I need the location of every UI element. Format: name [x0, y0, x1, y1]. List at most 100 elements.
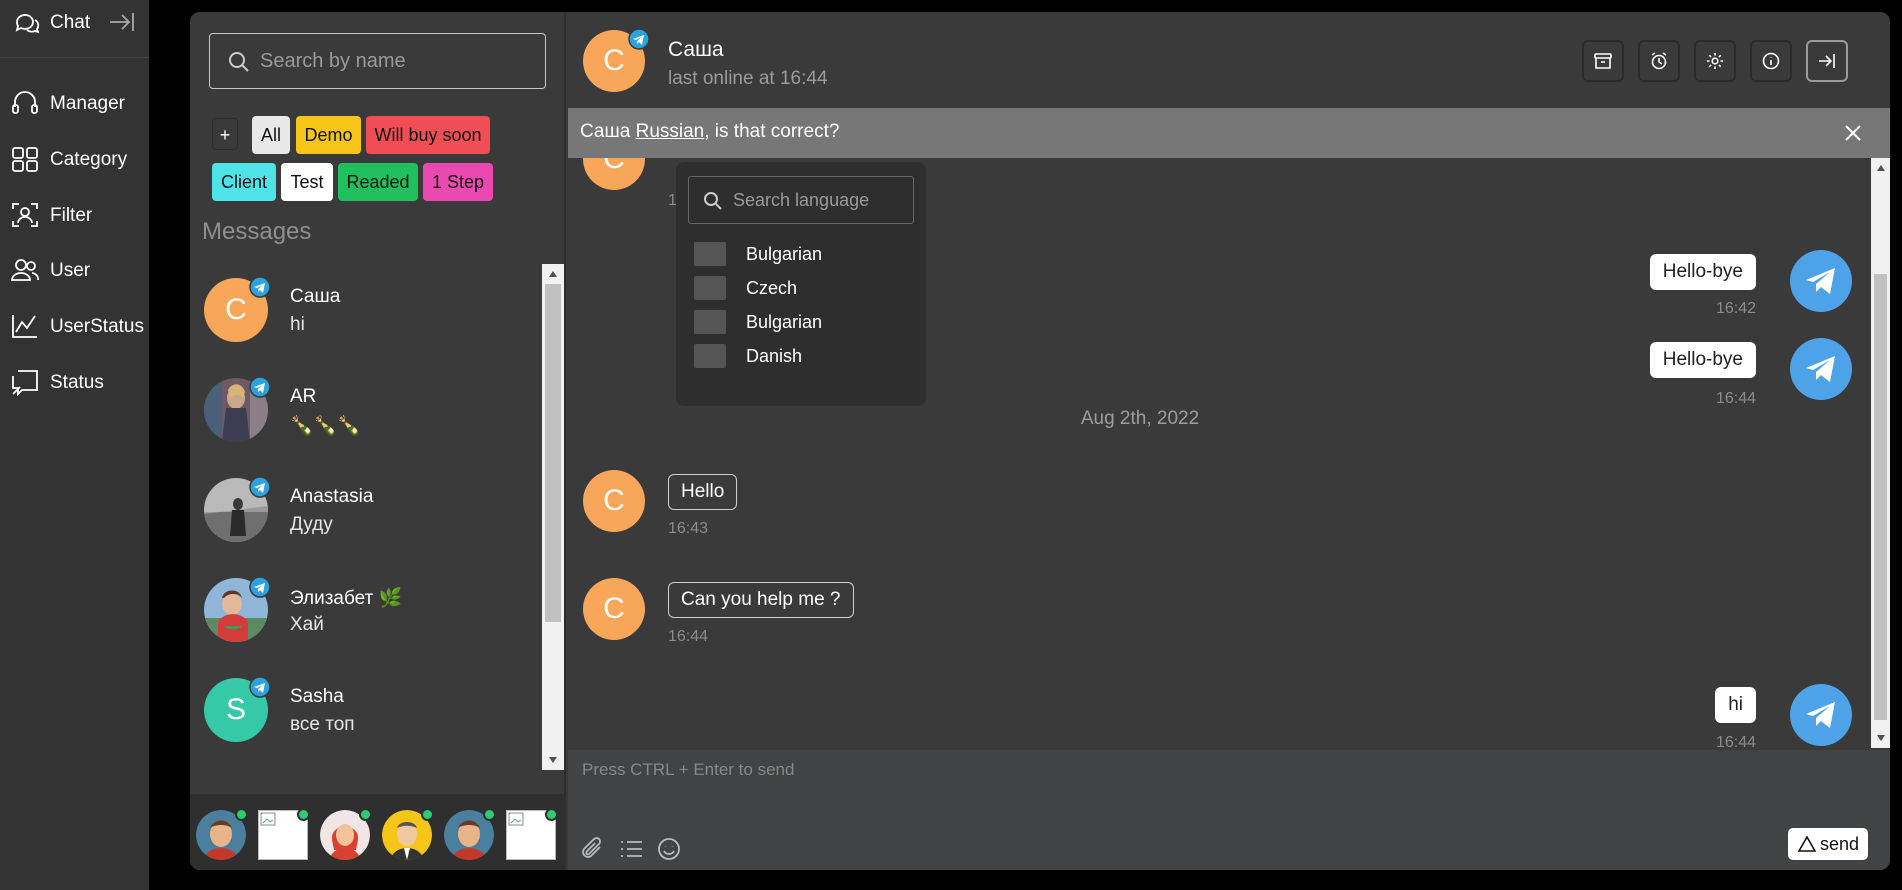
settings-button[interactable]: [1694, 40, 1736, 82]
outgoing-message[interactable]: hi: [1715, 687, 1756, 723]
outgoing-message[interactable]: Hello-bye: [1649, 254, 1756, 290]
headset-icon: [10, 89, 40, 117]
list-icon[interactable]: [618, 836, 644, 862]
scrollbar-thumb[interactable]: [545, 284, 561, 622]
nav-item-category[interactable]: Category: [0, 139, 149, 179]
incoming-avatar: С: [583, 470, 645, 532]
tag-demo[interactable]: Demo: [296, 116, 361, 154]
scroll-down-arrow-icon[interactable]: [1876, 734, 1886, 742]
messages-title: Messages: [202, 218, 312, 245]
nav-item-status[interactable]: Status: [0, 362, 149, 402]
message-time: 16:43: [668, 520, 709, 537]
telegram-badge-icon: [249, 676, 271, 698]
outgoing-telegram-avatar: [1790, 338, 1852, 400]
tag-readed[interactable]: Readed: [338, 163, 418, 201]
detected-language-link[interactable]: Russian: [636, 121, 705, 142]
conversation-last-message: hi: [290, 314, 305, 335]
tag-will-buy-soon[interactable]: Will buy soon: [366, 116, 490, 154]
outgoing-message[interactable]: Hello-bye: [1649, 342, 1756, 378]
emoji-icon[interactable]: [656, 836, 682, 862]
scroll-down-arrow-icon[interactable]: [548, 756, 558, 764]
language-detection-banner: Саша Russian, is that correct?: [568, 108, 1890, 158]
send-button[interactable]: send: [1788, 828, 1868, 860]
chat-square-icon: [10, 368, 40, 396]
chat-scrollbar[interactable]: [1871, 158, 1890, 748]
paperclip-icon[interactable]: [580, 836, 606, 862]
nav-item-label: Manager: [50, 93, 125, 114]
tag-test[interactable]: Test: [281, 163, 333, 201]
nav-item-label: User: [50, 260, 91, 281]
alarm-clock-icon: [1651, 52, 1667, 70]
conversation-last-message: Хай: [290, 614, 324, 635]
conversation-name: Anastasia: [290, 486, 374, 507]
language-option[interactable]: Czech: [694, 274, 914, 302]
scroll-up-arrow-icon[interactable]: [548, 270, 558, 278]
nav-item-label: Status: [50, 372, 104, 393]
online-user-avatar[interactable]: [258, 808, 310, 860]
nav-item-filter[interactable]: Filter: [0, 195, 149, 235]
conversation-name: Саша: [290, 286, 341, 307]
collapse-arrow-icon[interactable]: [108, 10, 136, 34]
telegram-icon: [1806, 268, 1835, 294]
close-icon[interactable]: [1842, 122, 1864, 144]
online-user-avatar[interactable]: [382, 808, 434, 860]
chat-header: С Саша last online at 16:44: [568, 12, 1890, 108]
info-button[interactable]: [1750, 40, 1792, 82]
online-user-avatar[interactable]: [506, 808, 558, 860]
incoming-message[interactable]: Hello: [668, 474, 738, 510]
conversation-name: Sasha: [290, 686, 344, 707]
language-search-field[interactable]: [688, 176, 914, 224]
conversation-scrollbar[interactable]: [542, 264, 564, 770]
language-search-input[interactable]: [733, 187, 903, 213]
message-time: 16:44: [668, 628, 709, 645]
arrow-to-right-icon: [1819, 54, 1835, 68]
online-status-dot: [235, 808, 248, 821]
search-input[interactable]: [260, 44, 530, 78]
online-user-avatar[interactable]: [444, 808, 496, 860]
search-icon: [703, 191, 723, 211]
scrollbar-thumb[interactable]: [1874, 274, 1887, 720]
incoming-message[interactable]: Can you help me ?: [668, 582, 854, 618]
conversation-item[interactable]: S Sasha все топ: [190, 664, 548, 764]
tag-client[interactable]: Client: [212, 163, 276, 201]
conversation-item[interactable]: AR 🍾🍾🍾: [190, 364, 548, 464]
language-checkbox[interactable]: [694, 344, 726, 368]
language-option[interactable]: Bulgarian: [694, 240, 914, 268]
search-icon: [228, 51, 250, 73]
tag-all[interactable]: All: [252, 116, 290, 154]
nav-item-userstatus[interactable]: UserStatus: [0, 306, 149, 346]
language-option[interactable]: Danish: [694, 342, 914, 370]
outgoing-telegram-avatar: [1790, 250, 1852, 312]
chat-bubbles-icon: [14, 11, 40, 35]
scroll-up-arrow-icon[interactable]: [1876, 164, 1886, 172]
main-panel: + All Demo Will buy soon Client Test Rea…: [190, 12, 1890, 870]
message-composer: send: [568, 750, 1890, 870]
message-input[interactable]: [582, 760, 1782, 806]
language-checkbox[interactable]: [694, 310, 726, 334]
online-user-avatar[interactable]: [196, 808, 248, 860]
add-tag-button[interactable]: +: [212, 118, 238, 150]
language-label: Czech: [746, 278, 798, 298]
gear-icon: [1707, 53, 1723, 69]
telegram-icon: [1806, 356, 1835, 382]
reminder-button[interactable]: [1638, 40, 1680, 82]
nav-item-manager[interactable]: Manager: [0, 83, 149, 123]
banner-contact: Саша: [580, 121, 636, 142]
send-label: send: [1820, 834, 1860, 854]
nav-chat[interactable]: Chat: [0, 0, 149, 58]
search-by-name-field[interactable]: [209, 33, 546, 89]
language-checkbox[interactable]: [694, 242, 726, 266]
archive-button[interactable]: [1582, 40, 1624, 82]
date-separator: Aug 2th, 2022: [1080, 408, 1200, 429]
nav-item-user[interactable]: User: [0, 250, 149, 290]
language-checkbox[interactable]: [694, 276, 726, 300]
conversation-item[interactable]: С Саша hi: [190, 264, 548, 364]
close-chat-button[interactable]: [1806, 40, 1848, 82]
conversation-last-message: 🍾🍾🍾: [290, 416, 361, 437]
conversation-item[interactable]: Anastasia Дуду: [190, 464, 548, 564]
online-user-avatar[interactable]: [320, 808, 372, 860]
online-status-dot: [359, 808, 372, 821]
tag-1-step[interactable]: 1 Step: [423, 163, 493, 201]
language-option[interactable]: Bulgarian: [694, 308, 914, 336]
conversation-item[interactable]: Элизабет 🌿 Хай: [190, 564, 548, 664]
